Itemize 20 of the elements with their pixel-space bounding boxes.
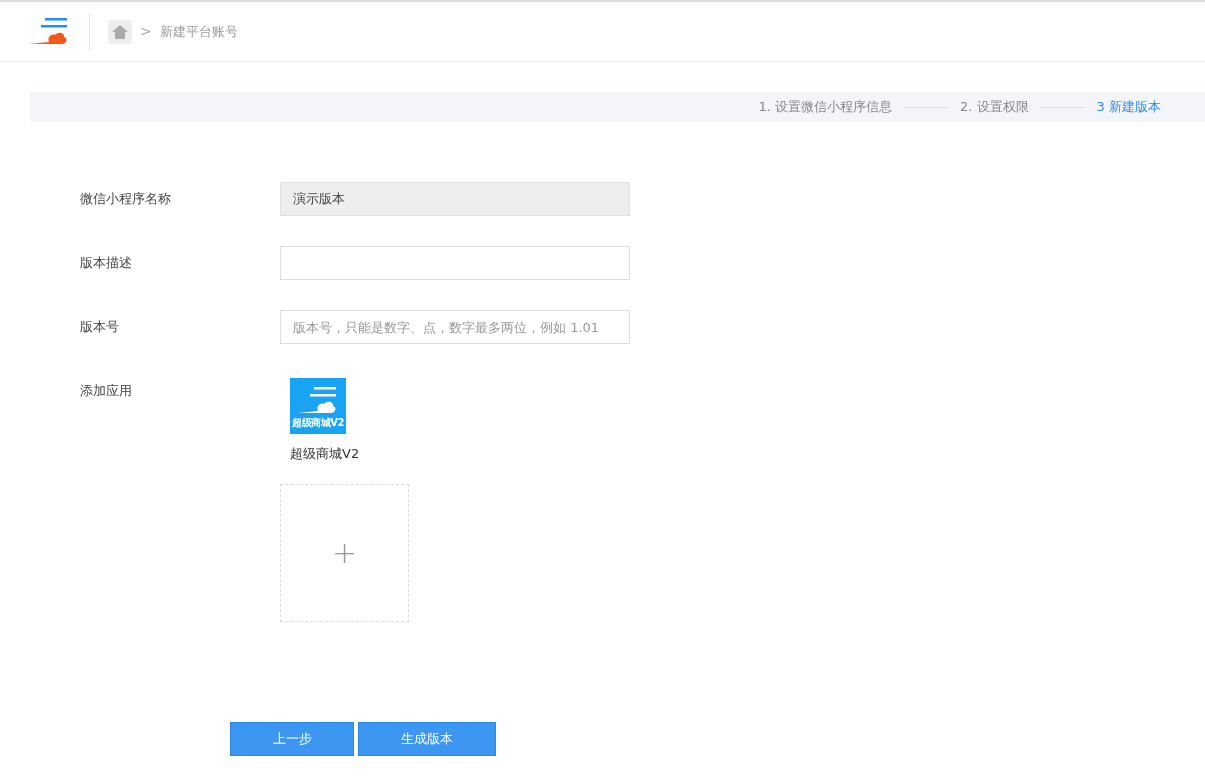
app-name: 超级商城V2 [290,445,361,463]
breadcrumb-current: 新建平台账号 [159,22,238,41]
field-label: 版本号 [79,318,120,336]
text-input-field[interactable]: 版本号，只能是数字、点，数字最多两位，例如 1.01 [280,310,630,344]
field-label: 添加应用 [79,382,133,400]
breadcrumb-separator: > [140,22,152,41]
add-app-button[interactable]: + [280,483,409,622]
text-input-field[interactable] [280,246,630,280]
step-label: 1. 设置微信小程序信息 [758,98,893,117]
step-label: 2. 设置权限 [960,98,1029,117]
previous-step-button[interactable]: 上一步 [230,721,354,756]
generate-version-button[interactable]: 生成版本 [358,721,496,756]
field-label: 微信小程序名称 [79,190,172,208]
app-icon[interactable]: 超级商城V2 [290,378,346,434]
home-button[interactable] [108,19,132,44]
name-field: 演示版本 [280,182,630,216]
field-label: 版本描述 [79,254,133,272]
step-label: 3 新建版本 [1096,98,1161,117]
home-icon [112,24,128,39]
app-icon-label: 超级商城V2 [292,416,344,428]
